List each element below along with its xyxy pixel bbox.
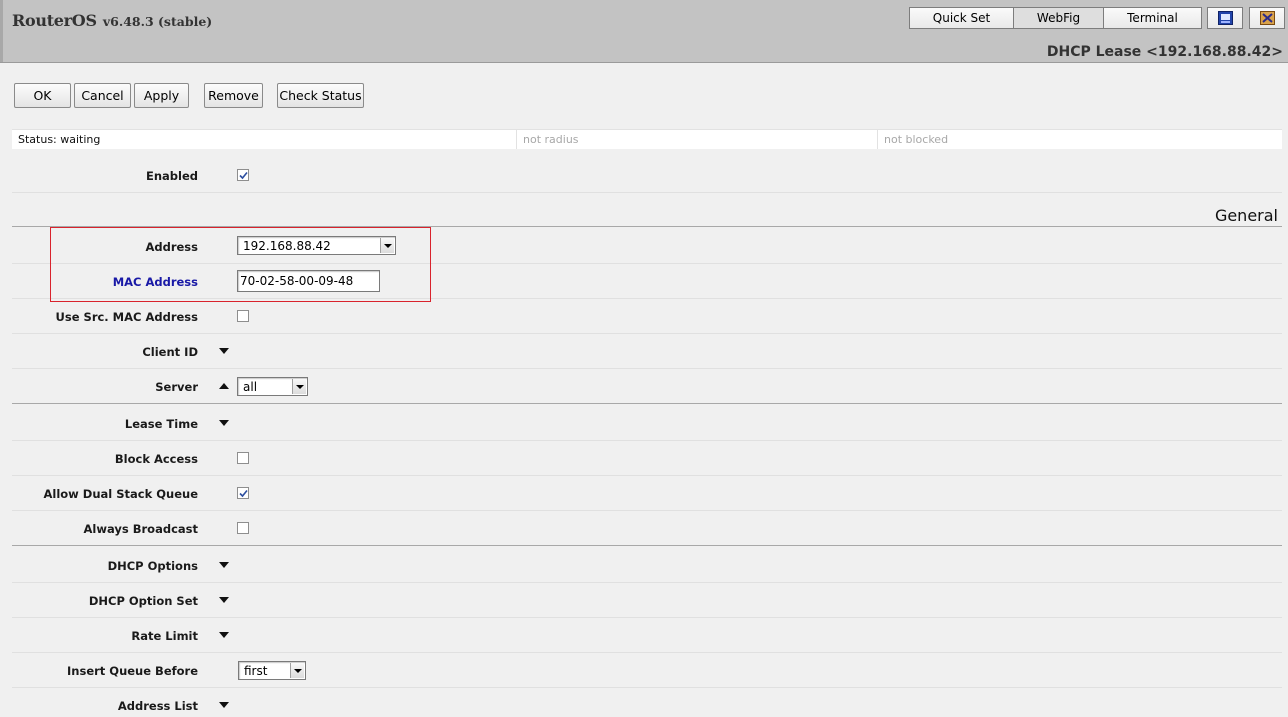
remove-button[interactable]: Remove [204, 83, 263, 108]
header-left-edge [0, 0, 3, 62]
server-select[interactable]: all [237, 377, 308, 396]
expand-arrow-icon[interactable] [219, 597, 229, 603]
radius-status: not radius [516, 130, 877, 149]
blocked-status: not blocked [877, 130, 1282, 149]
dhcp-option-set-row: DHCP Option Set [12, 583, 1282, 618]
winbox-icon [1260, 11, 1275, 25]
lease-time-label: Lease Time [124, 417, 198, 431]
dhcp-option-set-label: DHCP Option Set [88, 594, 198, 608]
mode-webfig-button[interactable]: WebFig [1013, 7, 1104, 29]
always-broadcast-row: Always Broadcast [12, 511, 1282, 545]
client-id-row: Client ID [12, 334, 1282, 369]
expand-arrow-icon[interactable] [219, 348, 229, 354]
brand: RouterOS v6.48.3 (stable) [12, 11, 212, 30]
highlight-box [50, 227, 431, 302]
design-skin-icon [1218, 11, 1233, 25]
window-title: DHCP Lease <192.168.88.42> [1046, 44, 1283, 60]
insert-queue-before-select[interactable]: first [238, 661, 306, 680]
use-src-mac-label: Use Src. MAC Address [55, 310, 198, 324]
brand-name: RouterOS [12, 11, 97, 30]
client-id-label: Client ID [142, 345, 198, 359]
rate-limit-label: Rate Limit [131, 629, 198, 643]
section-separator [12, 403, 1282, 404]
insert-queue-before-value: first [244, 664, 268, 678]
status-bar: Status: waiting not radius not blocked [12, 129, 1282, 149]
allow-dual-stack-queue-row: Allow Dual Stack Queue [12, 476, 1282, 511]
lease-time-row: Lease Time [12, 406, 1282, 441]
always-broadcast-checkbox[interactable] [237, 522, 249, 534]
address-list-row: Address List [12, 688, 1282, 717]
use-src-mac-checkbox[interactable] [237, 310, 249, 322]
expand-arrow-icon[interactable] [219, 632, 229, 638]
always-broadcast-label: Always Broadcast [83, 522, 198, 536]
enabled-checkbox[interactable] [237, 169, 249, 181]
enabled-label: Enabled [145, 169, 198, 183]
chevron-down-icon[interactable] [292, 379, 306, 394]
block-access-checkbox[interactable] [237, 452, 249, 464]
allow-dual-stack-queue-label: Allow Dual Stack Queue [43, 487, 198, 501]
checkmark-icon [239, 489, 248, 498]
server-row: Server all [12, 369, 1282, 403]
insert-queue-before-row: Insert Queue Before first [12, 653, 1282, 688]
dhcp-options-label: DHCP Options [107, 559, 198, 573]
use-src-mac-row: Use Src. MAC Address [12, 299, 1282, 334]
mode-quick-set-button[interactable]: Quick Set [909, 7, 1014, 29]
section-general-header: General [1214, 206, 1278, 225]
brand-version: v6.48.3 (stable) [102, 14, 213, 29]
status-text: Status: waiting [18, 133, 101, 146]
check-status-button[interactable]: Check Status [277, 83, 364, 108]
enabled-row: Enabled [12, 158, 1282, 193]
expand-arrow-icon[interactable] [219, 562, 229, 568]
winbox-button[interactable] [1249, 7, 1285, 29]
design-skin-button[interactable] [1207, 7, 1243, 29]
dhcp-options-row: DHCP Options [12, 548, 1282, 583]
top-header: RouterOS v6.48.3 (stable) Quick Set WebF… [0, 0, 1288, 63]
block-access-label: Block Access [114, 452, 198, 466]
server-label: Server [155, 380, 198, 394]
checkmark-icon [239, 171, 248, 180]
server-value: all [243, 380, 258, 394]
section-separator [12, 545, 1282, 546]
rate-limit-row: Rate Limit [12, 618, 1282, 653]
ok-button[interactable]: OK [14, 83, 71, 108]
expand-arrow-icon[interactable] [219, 702, 229, 708]
chevron-down-icon[interactable] [290, 663, 304, 678]
address-list-label: Address List [117, 699, 198, 713]
expand-arrow-icon[interactable] [219, 420, 229, 426]
mode-terminal-button[interactable]: Terminal [1103, 7, 1202, 29]
apply-button[interactable]: Apply [134, 83, 189, 108]
allow-dual-stack-queue-checkbox[interactable] [237, 487, 249, 499]
insert-queue-before-label: Insert Queue Before [67, 664, 198, 678]
collapse-arrow-icon[interactable] [219, 383, 229, 389]
block-access-row: Block Access [12, 441, 1282, 476]
cancel-button[interactable]: Cancel [74, 83, 131, 108]
